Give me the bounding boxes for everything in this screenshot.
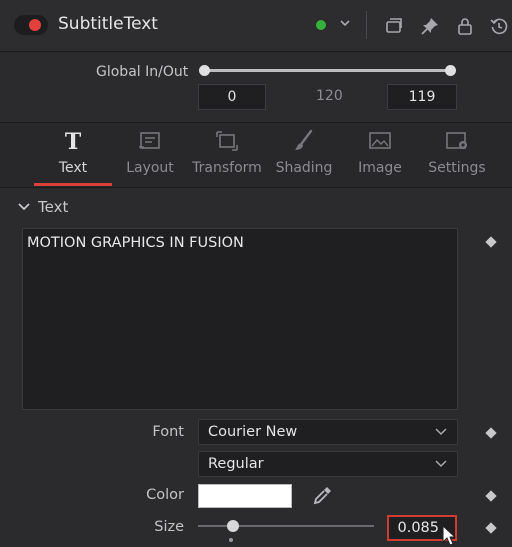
tab-label: Transform <box>192 160 262 176</box>
chevron-down-icon <box>18 203 30 211</box>
active-tab-indicator <box>34 183 112 186</box>
keyframe-icon[interactable] <box>485 427 497 439</box>
keyframe-icon[interactable] <box>485 522 497 534</box>
tab-image[interactable]: Image <box>346 126 414 186</box>
reset-icon[interactable] <box>489 16 509 36</box>
text-section-header[interactable]: Text <box>18 198 68 216</box>
global-duration-value: 120 <box>316 88 343 104</box>
chevron-down-icon[interactable] <box>338 16 352 30</box>
keyframe-icon[interactable] <box>485 236 497 248</box>
layout-icon <box>139 132 160 149</box>
global-in-handle[interactable] <box>199 65 210 76</box>
mouse-cursor-icon <box>442 525 457 546</box>
global-in-out-label: Global In/Out <box>96 64 189 80</box>
tab-label: Image <box>358 160 402 176</box>
font-style-value: Regular <box>208 456 264 472</box>
shading-brush-icon <box>295 129 313 150</box>
chevron-down-icon <box>435 428 447 436</box>
global-out-handle[interactable] <box>445 65 456 76</box>
svg-text:T: T <box>65 129 82 154</box>
tab-shading[interactable]: Shading <box>270 126 338 186</box>
tab-transform[interactable]: Transform <box>188 126 266 186</box>
global-out-field[interactable]: 119 <box>387 84 457 110</box>
tab-label: Layout <box>126 160 174 176</box>
tab-text[interactable]: T Text <box>34 126 112 186</box>
size-default-marker <box>229 538 233 542</box>
lock-icon[interactable] <box>455 16 475 36</box>
section-title: Text <box>38 198 69 216</box>
size-label: Size <box>154 519 184 535</box>
color-label: Color <box>146 487 184 503</box>
tab-label: Settings <box>428 160 486 176</box>
pin-icon[interactable] <box>420 16 440 36</box>
color-swatch[interactable] <box>198 484 292 508</box>
header-divider <box>366 11 367 39</box>
tab-label: Shading <box>275 160 333 176</box>
size-slider-track[interactable] <box>198 525 374 527</box>
settings-icon <box>446 132 467 149</box>
font-style-dropdown[interactable]: Regular <box>198 451 458 477</box>
font-label: Font <box>152 424 184 440</box>
global-in-field[interactable]: 0 <box>198 84 266 110</box>
font-family-dropdown[interactable]: Courier New <box>198 419 458 445</box>
status-dot[interactable] <box>316 20 326 30</box>
global-in-out-range-track[interactable] <box>204 69 450 72</box>
tab-layout[interactable]: Layout <box>116 126 184 186</box>
eyedropper-icon[interactable] <box>312 484 334 506</box>
styled-text-input[interactable]: MOTION GRAPHICS IN FUSION <box>22 228 458 410</box>
keyframe-icon[interactable] <box>485 490 497 502</box>
font-family-value: Courier New <box>208 424 298 440</box>
tab-settings[interactable]: Settings <box>420 126 494 186</box>
size-slider-handle[interactable] <box>227 520 239 532</box>
node-title: SubtitleText <box>58 14 158 34</box>
toggle-icon[interactable] <box>29 19 41 31</box>
versions-icon[interactable] <box>384 16 404 36</box>
image-icon <box>369 132 391 149</box>
transform-icon <box>216 131 238 151</box>
text-tool-icon: T <box>65 129 82 154</box>
chevron-down-icon <box>435 460 447 468</box>
tab-label: Text <box>58 160 88 176</box>
